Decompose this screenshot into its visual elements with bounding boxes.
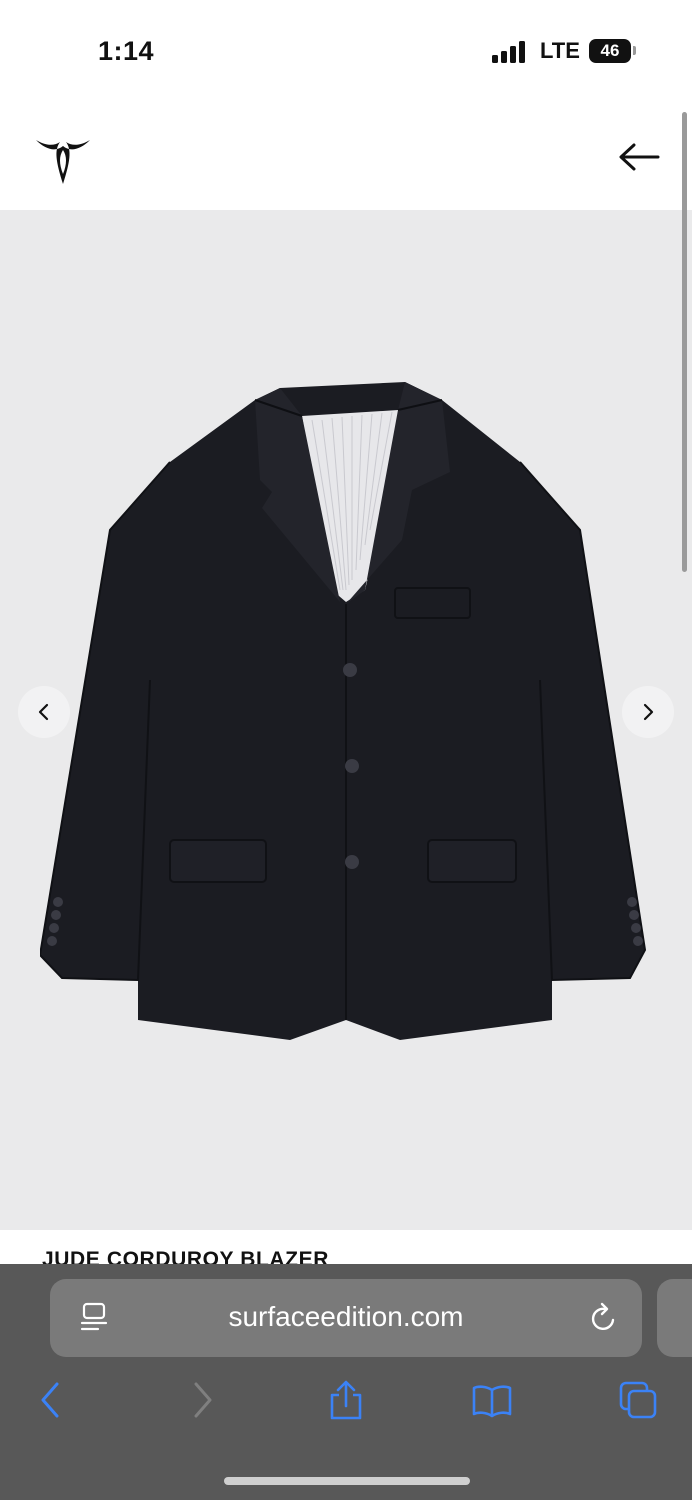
- reload-icon[interactable]: [589, 1302, 619, 1334]
- gallery-next-button[interactable]: [622, 686, 674, 738]
- share-icon[interactable]: [326, 1380, 366, 1420]
- gallery-prev-button[interactable]: [18, 686, 70, 738]
- brand-logo-icon[interactable]: [34, 132, 92, 186]
- address-bar[interactable]: [50, 1279, 642, 1357]
- battery-icon: 46: [589, 39, 631, 63]
- product-image: [40, 382, 647, 1040]
- page-scrollbar[interactable]: [682, 112, 687, 572]
- page-menu-icon[interactable]: [80, 1302, 108, 1334]
- chevron-left-icon: [38, 703, 49, 721]
- home-indicator: [224, 1477, 470, 1485]
- status-time: 1:14: [98, 36, 155, 66]
- back-arrow-icon[interactable]: [618, 142, 660, 172]
- next-tab-preview[interactable]: [657, 1279, 692, 1357]
- site-header: [0, 100, 692, 210]
- bookmarks-icon[interactable]: [472, 1380, 512, 1420]
- tabs-icon[interactable]: [618, 1380, 658, 1420]
- battery-cap: [633, 46, 636, 55]
- signal-icon: [492, 41, 528, 63]
- back-icon[interactable]: [31, 1380, 71, 1420]
- network-label: LTE: [540, 38, 580, 63]
- chevron-right-icon: [643, 703, 654, 721]
- status-bar: 1:14 LTE 46: [0, 0, 692, 100]
- forward-icon[interactable]: [182, 1380, 222, 1420]
